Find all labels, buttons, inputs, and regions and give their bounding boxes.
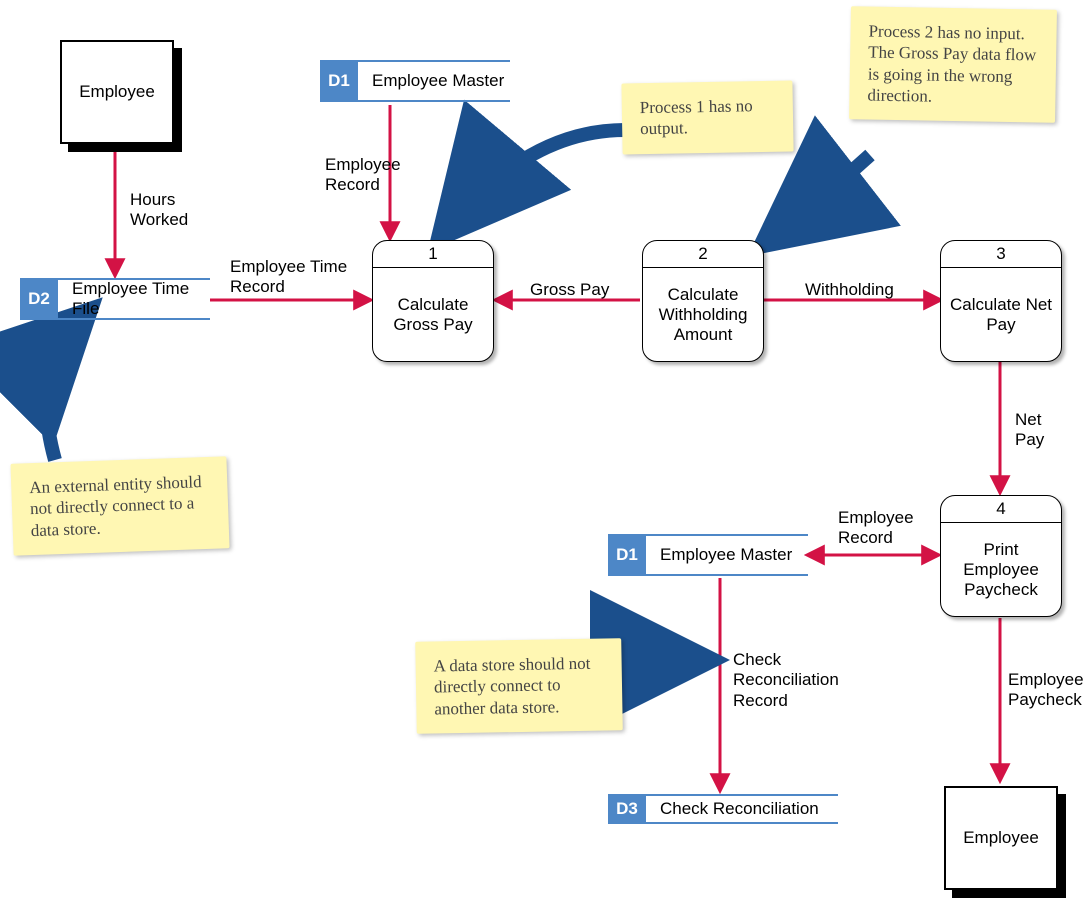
entity-label: Employee <box>79 82 155 102</box>
flow-employee-record-top: Employee Record <box>325 155 420 196</box>
datastore-d1-mid: D1 Employee Master <box>608 534 808 576</box>
datastore-tag: D1 <box>320 60 358 102</box>
note-text: An external entity should not directly c… <box>29 472 202 539</box>
process-name: Print Employee Paycheck <box>941 523 1061 617</box>
flow-employee-time-record: Employee Time Record <box>230 257 350 298</box>
datastore-label: Check Reconciliation <box>656 794 838 824</box>
note-text: Process 2 has no input. The Gross Pay da… <box>867 22 1036 106</box>
note-text: Process 1 has no output. <box>640 96 753 138</box>
flow-net-pay: Net Pay <box>1015 410 1065 451</box>
entity-employee-source: Employee <box>60 40 174 144</box>
note-entity-datastore: An external entity should not directly c… <box>10 456 229 555</box>
process-number: 1 <box>373 241 493 268</box>
flow-withholding: Withholding <box>805 280 894 300</box>
datastore-label: Employee Time File <box>68 278 210 320</box>
entity-label: Employee <box>963 828 1039 848</box>
note-datastore-datastore: A data store should not directly connect… <box>415 638 623 733</box>
flow-hours-worked: Hours Worked <box>130 190 210 231</box>
process-name: Calculate Withholding Amount <box>643 268 763 362</box>
process-number: 2 <box>643 241 763 268</box>
note-process2: Process 2 has no input. The Gross Pay da… <box>849 6 1057 123</box>
note-text: A data store should not directly connect… <box>433 654 590 718</box>
flow-gross-pay: Gross Pay <box>530 280 609 300</box>
process-number: 4 <box>941 496 1061 523</box>
datastore-label: Employee Master <box>368 60 510 102</box>
flow-employee-record-mid: Employee Record <box>838 508 933 549</box>
process-name: Calculate Gross Pay <box>373 268 493 362</box>
process-3: 3 Calculate Net Pay <box>940 240 1062 362</box>
note-process1: Process 1 has no output. <box>621 81 793 154</box>
datastore-d1-top: D1 Employee Master <box>320 60 510 102</box>
process-2: 2 Calculate Withholding Amount <box>642 240 764 362</box>
entity-employee-sink: Employee <box>944 786 1058 890</box>
datastore-d3: D3 Check Reconciliation <box>608 794 838 824</box>
dfd-canvas: Employee Employee D1 Employee Master D2 … <box>0 0 1091 914</box>
datastore-tag: D1 <box>608 534 646 576</box>
datastore-label: Employee Master <box>656 534 808 576</box>
process-4: 4 Print Employee Paycheck <box>940 495 1062 617</box>
flow-check-reconciliation-record: Check Reconciliation Record <box>733 650 853 711</box>
flow-employee-paycheck: Employee Paycheck <box>1008 670 1091 711</box>
process-number: 3 <box>941 241 1061 268</box>
process-1: 1 Calculate Gross Pay <box>372 240 494 362</box>
process-name: Calculate Net Pay <box>941 268 1061 362</box>
datastore-d2: D2 Employee Time File <box>20 278 210 320</box>
datastore-tag: D3 <box>608 794 646 824</box>
datastore-tag: D2 <box>20 278 58 320</box>
